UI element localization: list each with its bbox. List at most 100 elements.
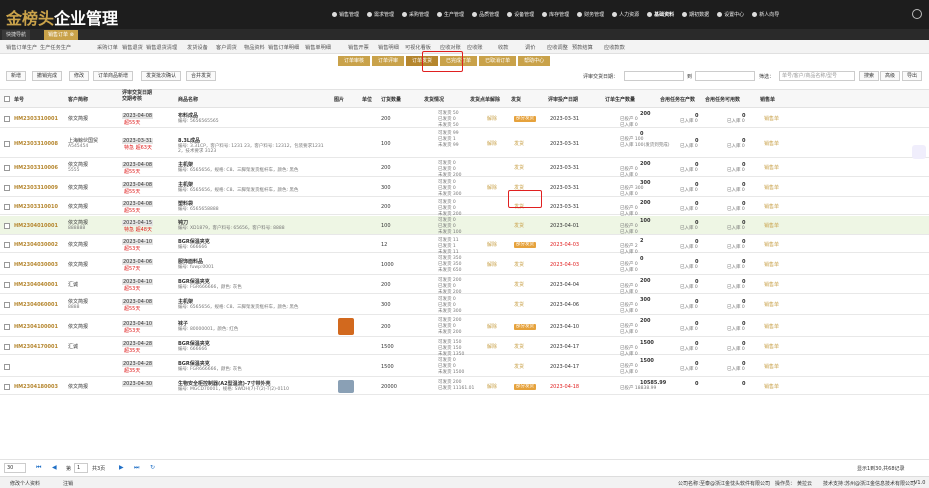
menu-item-1[interactable]: 生产任务生产 [40, 44, 71, 51]
row-checkbox[interactable] [4, 323, 10, 330]
nav-item-6[interactable]: 库存管理 [542, 11, 569, 18]
toolbar-button-2[interactable]: 修改 [69, 71, 90, 81]
first-page-icon[interactable]: ⏮ [36, 465, 42, 471]
menu-item-0[interactable]: 销售订单生产 [6, 44, 37, 51]
date-to-input[interactable] [695, 71, 755, 81]
ship-button[interactable]: 发货 [514, 302, 524, 308]
toolbar-button-5[interactable]: 合并发货 [186, 71, 217, 81]
search-input[interactable]: 单号/客户/商品名称/型号 [779, 71, 855, 81]
menu-item-16[interactable]: 调价 [525, 44, 535, 51]
menu-item-4[interactable]: 销售退货清理 [146, 44, 177, 51]
prev-page-icon[interactable]: ◀ [52, 465, 58, 471]
export-button[interactable]: 导出 [902, 71, 923, 81]
menu-item-7[interactable]: 物品资料 [244, 44, 265, 51]
date-from-input[interactable] [624, 71, 684, 81]
nav-item-0[interactable]: 销售管理 [332, 11, 359, 18]
nav-item-2[interactable]: 采购管理 [402, 11, 429, 18]
order-id[interactable]: HM2304180003 [14, 384, 58, 390]
row-checkbox[interactable] [4, 222, 10, 229]
ship-button[interactable]: 发货 [514, 364, 524, 370]
nav-item-9[interactable]: 基础资料 [647, 11, 674, 18]
power-icon[interactable] [912, 9, 922, 19]
order-id[interactable]: HM2304030003 [14, 262, 58, 268]
order-id[interactable]: HM2303310009 [14, 185, 58, 191]
sales-link[interactable]: 销售单 [764, 204, 779, 210]
nav-item-5[interactable]: 设备管理 [507, 11, 534, 18]
row-checkbox[interactable] [4, 115, 10, 122]
menu-item-15[interactable]: 收款 [498, 44, 508, 51]
sales-link[interactable]: 销售单 [764, 324, 779, 330]
order-id[interactable]: HM2304060001 [14, 302, 58, 308]
row-checkbox[interactable] [4, 282, 10, 288]
nav-item-4[interactable]: 品质管理 [472, 11, 499, 18]
ship-button[interactable]: 发货 [514, 282, 524, 288]
unlock-link[interactable]: 解除 [487, 141, 497, 147]
menu-item-19[interactable]: 应收款款 [604, 44, 625, 51]
order-id[interactable]: HM2304030002 [14, 242, 58, 248]
unlock-link[interactable]: 解除 [487, 344, 497, 350]
menu-item-5[interactable]: 发货设备 [187, 44, 208, 51]
menu-item-2[interactable]: 采购订单 [97, 44, 118, 51]
menu-item-8[interactable]: 销售订单明细 [268, 44, 299, 51]
menu-item-18[interactable]: 预款结算 [572, 44, 593, 51]
menu-item-6[interactable]: 客户调货 [216, 44, 237, 51]
edit-profile-link[interactable]: 修改个人资料 [10, 480, 40, 487]
row-checkbox[interactable] [4, 241, 10, 248]
last-page-icon[interactable]: ⏭ [134, 465, 140, 471]
ship-button[interactable]: 部分发货 [514, 383, 536, 390]
product-image[interactable] [338, 380, 354, 393]
row-checkbox[interactable] [4, 383, 10, 390]
sales-link[interactable]: 销售单 [764, 116, 779, 122]
order-id[interactable]: HM2303310010 [14, 204, 58, 210]
menu-item-3[interactable]: 销售退货 [122, 44, 143, 51]
page-size-select[interactable]: 30 [4, 463, 26, 473]
unlock-link[interactable]: 解除 [487, 324, 497, 330]
refresh-icon[interactable]: ↻ [150, 465, 156, 471]
sales-link[interactable]: 销售单 [764, 165, 779, 171]
menu-item-14[interactable]: 应收账 [467, 44, 483, 51]
row-checkbox[interactable] [4, 184, 10, 191]
row-checkbox[interactable] [4, 363, 10, 370]
logout-link[interactable]: 注销 [63, 480, 73, 487]
unlock-link[interactable]: 解除 [487, 242, 497, 248]
subtab-4[interactable]: 已取消订单 [479, 56, 517, 66]
unlock-link[interactable]: 解除 [487, 185, 497, 191]
row-checkbox[interactable] [4, 302, 10, 308]
side-float-icon[interactable] [912, 145, 926, 159]
menu-item-13[interactable]: 应收对账 [440, 44, 461, 51]
page-input[interactable]: 1 [74, 463, 88, 473]
order-id[interactable]: HM2303310008 [14, 141, 58, 147]
nav-item-8[interactable]: 人力资源 [612, 11, 639, 18]
order-id[interactable]: HM2303310001 [14, 116, 58, 122]
menu-item-12[interactable]: 可视化看板 [405, 44, 431, 51]
row-checkbox[interactable] [4, 165, 10, 171]
menu-item-9[interactable]: 销售单明细 [305, 44, 331, 51]
tab-sales-order[interactable]: 销售订单 ⊗ [44, 30, 78, 40]
nav-item-10[interactable]: 期初数据 [682, 11, 709, 18]
sales-link[interactable]: 销售单 [764, 185, 779, 191]
menu-item-10[interactable]: 销售开票 [348, 44, 369, 51]
ship-button[interactable]: 部分发货 [514, 241, 536, 248]
tab-quick-nav[interactable]: 快捷导航 [2, 30, 31, 40]
toolbar-button-0[interactable]: 新增 [6, 71, 27, 81]
row-checkbox[interactable] [4, 203, 10, 210]
sales-link[interactable]: 销售单 [764, 223, 779, 229]
sales-link[interactable]: 销售单 [764, 302, 779, 308]
ship-button[interactable]: 发货 [514, 262, 524, 268]
order-id[interactable]: HM2303310006 [14, 165, 58, 171]
sales-link[interactable]: 销售单 [764, 364, 779, 370]
sales-link[interactable]: 销售单 [764, 141, 779, 147]
order-id[interactable]: HM2304040001 [14, 282, 58, 288]
order-id[interactable]: HM2304010001 [14, 223, 58, 229]
sales-link[interactable]: 销售单 [764, 344, 779, 350]
menu-item-17[interactable]: 应收调整 [547, 44, 568, 51]
sales-link[interactable]: 销售单 [764, 242, 779, 248]
row-checkbox[interactable] [4, 140, 10, 147]
unlock-link[interactable]: 解除 [487, 116, 497, 122]
ship-button[interactable]: 发货 [514, 223, 524, 229]
menu-item-11[interactable]: 销售明细 [378, 44, 399, 51]
product-image[interactable] [338, 318, 354, 335]
search-button[interactable]: 搜索 [859, 71, 880, 81]
next-page-icon[interactable]: ▶ [119, 465, 125, 471]
subtab-0[interactable]: 订单审核 [338, 56, 371, 66]
